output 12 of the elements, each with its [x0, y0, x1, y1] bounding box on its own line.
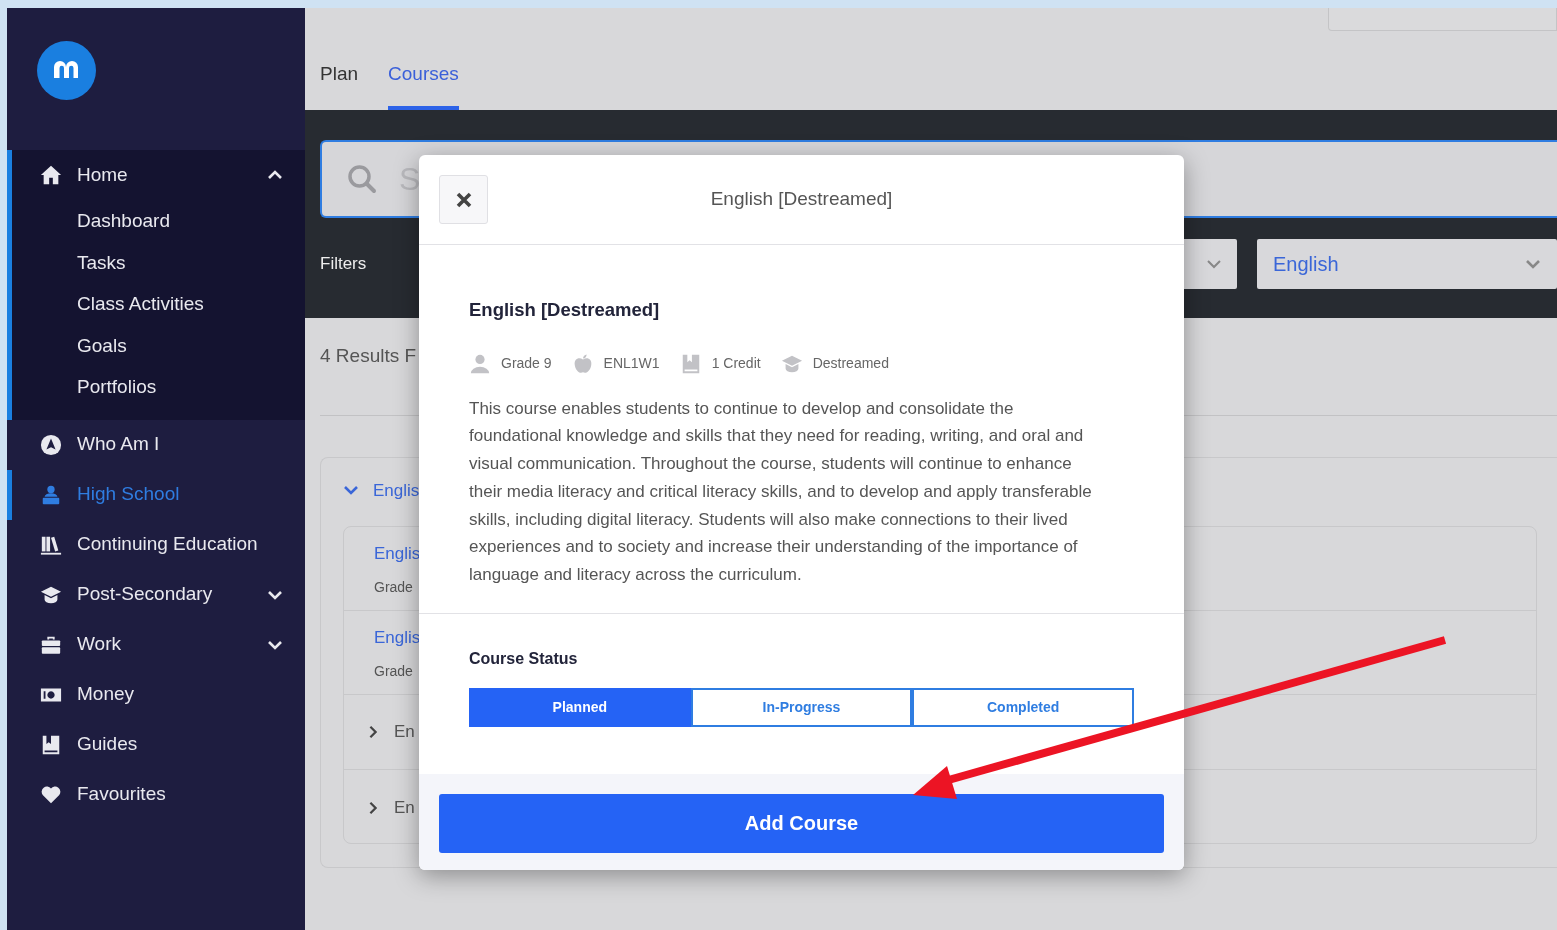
- filters-label: Filters: [320, 253, 367, 276]
- course-meta-text: Destreamed: [812, 354, 889, 374]
- dialog-title: English [Destreamed]: [709, 187, 894, 212]
- course-meta-text: Grade 9: [501, 354, 552, 374]
- course-meta-text: 1 Credit: [711, 354, 761, 374]
- course-meta-text: ENL1W1: [603, 354, 660, 374]
- course-name: English [Destreamed]: [469, 298, 661, 322]
- course-grade: Grade: [374, 577, 413, 597]
- results-summary: 4 Results F: [320, 344, 417, 368]
- course-grade: Grade: [374, 661, 413, 681]
- course-description: This course enables students to continue to develop and consolidate the foundational knowledge and skills that they need for reading, writing, and oral and visual communication. Throughout the course, students will continue to enhance their media literacy and critical literacy skills, and to develop and apply transferable skills, including digital literacy. Students will also make connections to their lived experiences and to society and increase their understanding of the importance of language and literacy across the curriculum.: [469, 397, 1093, 586]
- course-status-label: Course Status: [469, 648, 579, 669]
